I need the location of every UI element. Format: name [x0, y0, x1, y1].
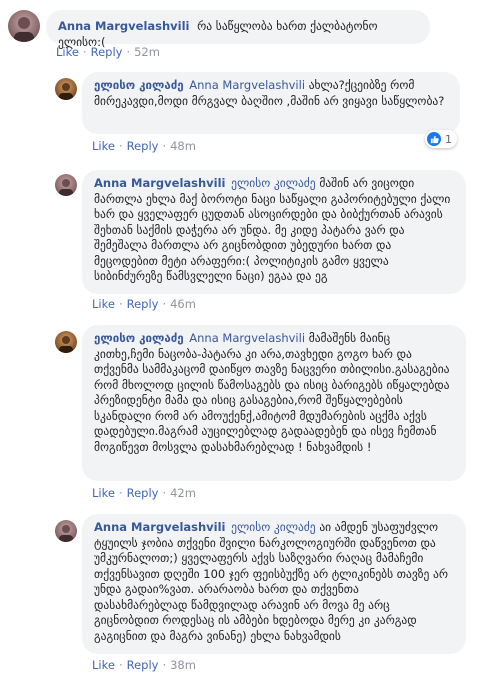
comment-mention[interactable]: Anna Margvelashvili	[189, 78, 305, 92]
like-button[interactable]: Like	[92, 297, 115, 311]
timestamp[interactable]: 46m	[170, 297, 196, 311]
timestamp[interactable]: 38m	[170, 658, 196, 672]
comment-author[interactable]: Anna Margvelashvili	[94, 176, 226, 190]
reaction-count: 1	[445, 132, 452, 146]
comment-mention[interactable]: ელისო კილაძე	[231, 176, 316, 190]
comment-actions: Like · Reply · 48m	[92, 139, 196, 153]
reply-button[interactable]: Reply	[127, 486, 159, 500]
comment-text: მამაშენს მაინც კითხე,ჩემი ნაცობა-პატარა …	[94, 331, 450, 454]
like-button[interactable]: Like	[92, 486, 115, 500]
timestamp[interactable]: 48m	[170, 139, 196, 153]
comment-author[interactable]: Anna Margvelashvili	[94, 520, 226, 534]
avatar[interactable]	[55, 78, 77, 100]
avatar[interactable]	[55, 520, 77, 542]
reply-button[interactable]: Reply	[127, 297, 159, 311]
timestamp[interactable]: 52m	[134, 45, 160, 59]
reply-button[interactable]: Reply	[127, 139, 159, 153]
comment-author[interactable]: Anna Margvelashvili	[58, 19, 190, 33]
comment-bubble: Anna Margvelashvili რა საწყლობა ხართ ქალ…	[46, 10, 430, 49]
comment-text: მაშინ არ ვიცოდი მართლა ეხლა მაქ ბოროტი ნ…	[94, 176, 451, 283]
comment-author[interactable]: ელისო კილაძე	[94, 331, 184, 345]
thumbs-up-icon	[427, 132, 441, 146]
comment-bubble: ელისო კილაძე Anna Margvelashvili ახლა?ქც…	[82, 72, 460, 134]
comment-actions: Like · Reply · 42m	[92, 486, 196, 500]
comment-actions: Like · Reply · 38m	[92, 658, 196, 672]
like-button[interactable]: Like	[56, 45, 79, 59]
reply-button[interactable]: Reply	[91, 45, 123, 59]
comment-text: აი ამდენ უსაფუძვლო ტყუილს ჯობია თქვენი შ…	[94, 520, 448, 643]
like-button[interactable]: Like	[92, 658, 115, 672]
avatar[interactable]	[8, 10, 40, 42]
reply-button[interactable]: Reply	[127, 658, 159, 672]
comment-author[interactable]: ელისო კილაძე	[94, 78, 184, 92]
comment-actions: Like · Reply · 52m	[56, 45, 160, 59]
timestamp[interactable]: 42m	[170, 486, 196, 500]
avatar[interactable]	[55, 174, 77, 196]
like-button[interactable]: Like	[92, 139, 115, 153]
comment-bubble: ელისო კილაძე Anna Margvelashvili მამაშენ…	[82, 325, 466, 481]
comment-mention[interactable]: Anna Margvelashvili	[189, 331, 305, 345]
comment-bubble: Anna Margvelashvili ელისო კილაძე მაშინ ა…	[82, 170, 466, 294]
comment-bubble: Anna Margvelashvili ელისო კილაძე აი ამდე…	[82, 514, 466, 654]
comment-mention[interactable]: ელისო კილაძე	[231, 520, 316, 534]
reaction-badge[interactable]: 1	[425, 130, 457, 148]
avatar[interactable]	[55, 331, 77, 353]
comment-actions: Like · Reply · 46m	[92, 297, 196, 311]
